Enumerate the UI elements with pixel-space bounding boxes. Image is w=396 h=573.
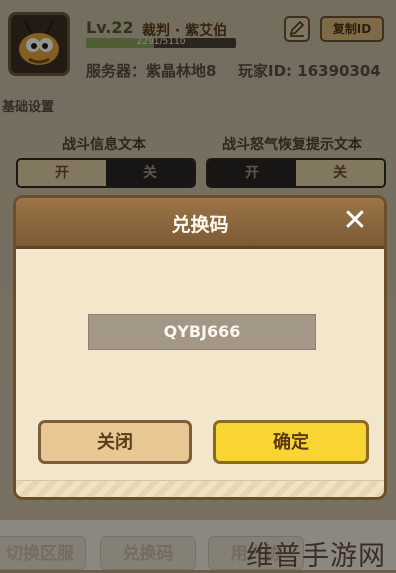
watermark: 维普手游网	[246, 541, 386, 572]
redeem-dialog: 兑换码 ✕ QYBJ666 关闭 确定	[13, 195, 387, 500]
close-icon[interactable]: ✕	[338, 204, 372, 238]
redeem-code-input[interactable]: QYBJ666	[88, 314, 316, 350]
close-button[interactable]: 关闭	[38, 420, 192, 464]
confirm-button[interactable]: 确定	[213, 420, 369, 464]
dialog-title: 兑换码	[171, 214, 229, 236]
dialog-decor-border	[16, 480, 384, 497]
dialog-header: 兑换码 ✕	[16, 198, 384, 249]
